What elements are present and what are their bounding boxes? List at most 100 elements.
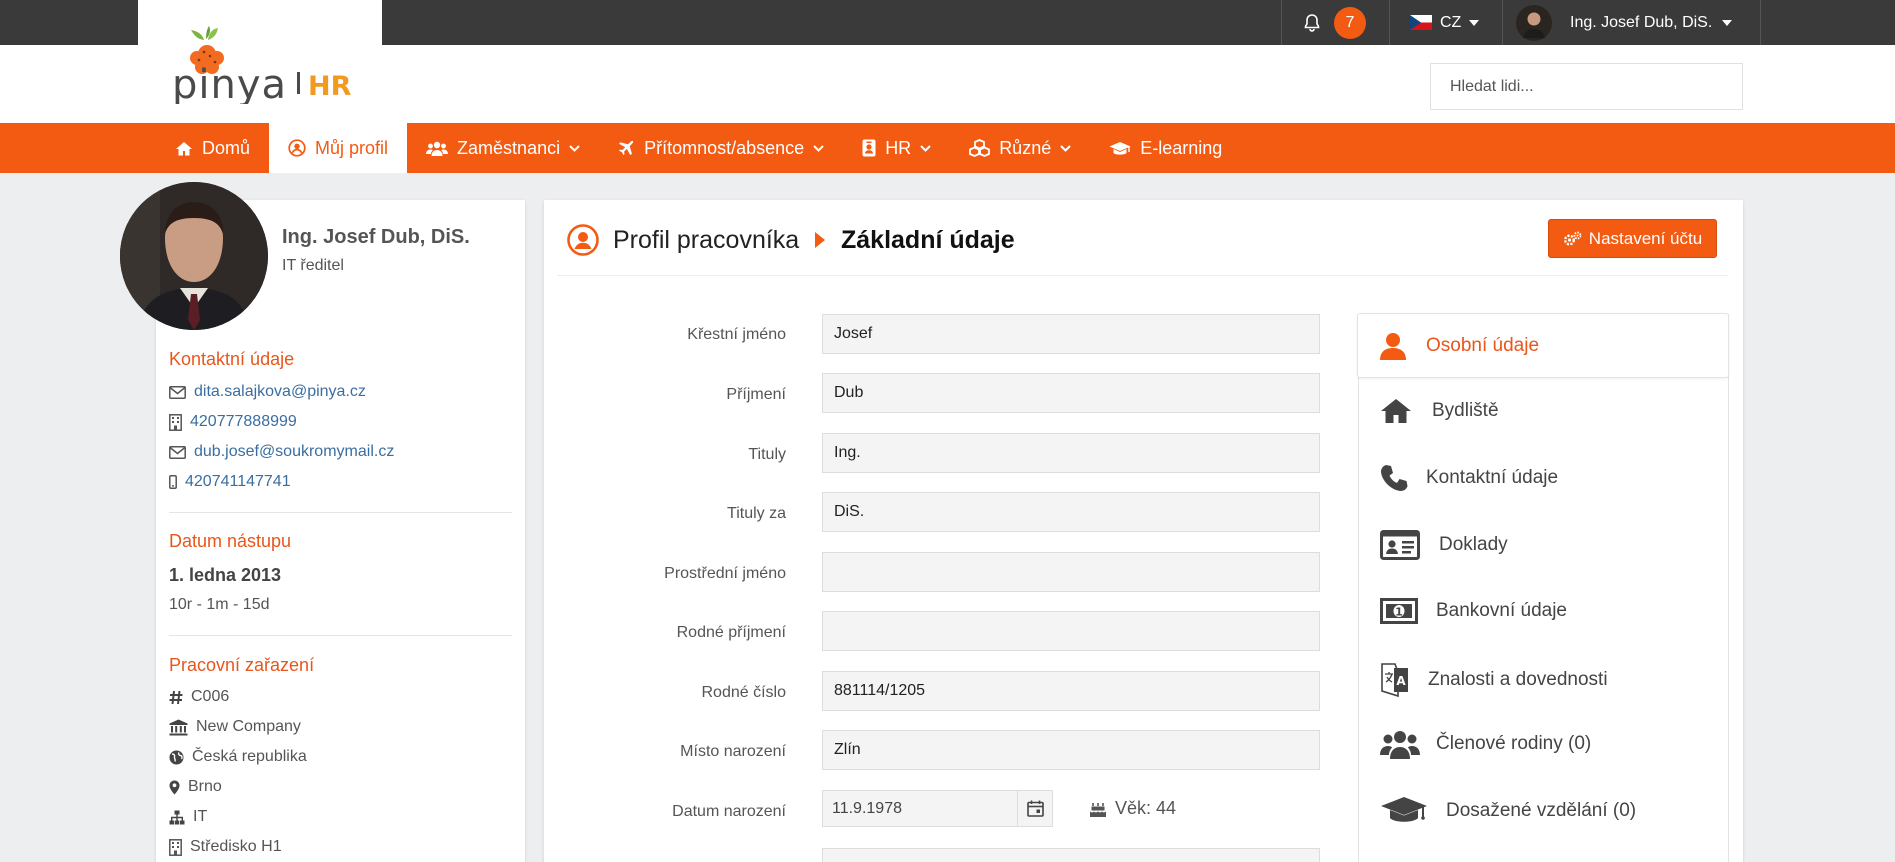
birth-number-input[interactable]: 881114/1205 [822, 671, 1320, 711]
nav-misc[interactable]: Různé [950, 123, 1090, 173]
position-country-value: Česká republika [192, 748, 307, 765]
caret-right-icon [815, 232, 825, 248]
user-name: Ing. Josef Dub, DiS. [1570, 13, 1713, 31]
user-avatar-small [1516, 4, 1552, 41]
position-section-title: Pracovní zařazení [169, 655, 315, 675]
calendar-icon [1026, 800, 1044, 817]
nav-home[interactable]: Domů [165, 123, 269, 173]
birth-surname-input[interactable] [822, 611, 1320, 651]
nav-home-label: Domů [202, 137, 251, 158]
nav-my-profile-label: Můj profil [315, 137, 389, 158]
caret-down-icon [1469, 19, 1480, 26]
users-icon [426, 141, 449, 156]
middle-name-input[interactable] [822, 552, 1320, 592]
position-cost-center: Středisko H1 [169, 838, 282, 856]
field-label-first-name: Křestní jméno [687, 326, 786, 343]
gears-icon [1563, 231, 1582, 246]
section-family-label: Členové rodiny (0) [1436, 733, 1592, 754]
position-code-value: C006 [191, 688, 230, 705]
chevron-down-icon [920, 144, 931, 152]
position-company: New Company [169, 718, 301, 736]
last-name-input[interactable]: Dub [822, 373, 1320, 413]
logo-brand-text: pinya [172, 62, 287, 104]
birth-place-input[interactable]: Zlín [822, 730, 1320, 770]
section-documents-label: Doklady [1439, 534, 1508, 555]
field-label-birth-number: Rodné číslo [701, 684, 787, 701]
birth-date-input[interactable]: 11.9.1978 [822, 790, 1018, 827]
field-label-titles: Tituly [748, 446, 786, 463]
tenure: 10r - 1m - 15d [169, 596, 270, 613]
cubes-icon [969, 139, 991, 157]
avatar [120, 182, 268, 330]
section-bank[interactable]: 1 Bankovní údaje [1380, 598, 1567, 624]
nav-employees[interactable]: Zaměstnanci [407, 123, 599, 173]
globe-icon [169, 750, 184, 764]
titles-input[interactable]: Ing. [822, 433, 1320, 473]
private-email-link[interactable]: dub.josef@soukromymail.cz [194, 443, 394, 461]
main-nav: Domů Můj profil Zaměstnanci Přítomnost/a… [0, 123, 1895, 173]
section-skills[interactable]: A Znalosti a dovednosti [1380, 662, 1608, 698]
birthday-cake-icon [1090, 802, 1106, 817]
notifications-button[interactable]: 7 [1281, 0, 1389, 45]
nav-attendance[interactable]: Přítomnost/absence [599, 123, 843, 173]
divider [169, 635, 512, 636]
section-contact[interactable]: Kontaktní údaje [1380, 464, 1558, 492]
user-icon [1380, 333, 1406, 360]
titles-after-input[interactable]: DiS. [822, 492, 1320, 532]
section-education-label: Dosažené vzdělání (0) [1446, 800, 1637, 821]
users-icon [1380, 731, 1420, 759]
section-family[interactable]: Členové rodiny (0) [1380, 729, 1591, 759]
section-documents[interactable]: Doklady [1380, 530, 1508, 560]
language-label: CZ [1440, 13, 1462, 31]
calendar-button[interactable] [1018, 790, 1053, 827]
pinya-hr-logo[interactable]: pinya HR [170, 14, 370, 108]
mobile-icon [169, 475, 177, 489]
nav-elearning-label: E-learning [1140, 137, 1223, 158]
search-people-input[interactable] [1430, 63, 1743, 110]
contact-mobile[interactable]: 420741147741 [169, 473, 291, 491]
chevron-down-icon [1060, 144, 1071, 152]
nav-attendance-label: Přítomnost/absence [644, 137, 805, 158]
nav-my-profile[interactable]: Můj profil [269, 123, 408, 173]
nav-hr[interactable]: HR [843, 123, 950, 173]
work-email-link[interactable]: dita.salajkova@pinya.cz [194, 383, 366, 401]
nav-employees-label: Zaměstnanci [457, 137, 561, 158]
nav-elearning[interactable]: E-learning [1090, 123, 1241, 173]
mobile-link[interactable]: 420741147741 [185, 473, 291, 491]
first-name-input[interactable]: Josef [822, 314, 1320, 354]
contact-work-phone[interactable]: 420777888999 [169, 413, 297, 431]
svg-text:1: 1 [1395, 606, 1403, 619]
field-label-titles-after: Tituly za [727, 505, 786, 522]
start-date: 1. ledna 2013 [169, 565, 282, 585]
section-education[interactable]: Dosažené vzdělání (0) [1380, 795, 1636, 827]
envelope-icon [169, 445, 186, 459]
position-city: Brno [169, 778, 222, 796]
gender-select[interactable] [822, 848, 1320, 862]
section-contact-label: Kontaktní údaje [1426, 467, 1559, 488]
profile-role: IT ředitel [282, 257, 344, 274]
home-icon [176, 141, 192, 155]
divider [557, 275, 1728, 276]
contact-work-email[interactable]: dita.salajkova@pinya.cz [169, 383, 366, 401]
svg-text:A: A [1396, 674, 1406, 688]
bell-icon [1304, 13, 1320, 32]
age-display: Věk: 44 [1089, 798, 1176, 819]
graduation-cap-icon [1381, 797, 1427, 822]
sitemap-icon [169, 810, 185, 824]
user-circle-icon [288, 139, 306, 157]
account-settings-button[interactable]: Nastavení účtu [1548, 219, 1717, 258]
language-selector[interactable]: CZ [1389, 0, 1502, 45]
section-residence-label: Bydliště [1432, 400, 1499, 421]
section-bank-label: Bankovní údaje [1436, 600, 1567, 621]
position-department: IT [169, 808, 207, 826]
section-personal[interactable]: Osobní údaje [1380, 332, 1539, 360]
user-menu[interactable]: Ing. Josef Dub, DiS. [1502, 0, 1761, 45]
position-cost-center-value: Středisko H1 [190, 838, 282, 855]
field-label-birth-place: Místo narození [680, 743, 786, 760]
profile-sections-panel [1358, 314, 1729, 862]
contact-private-email[interactable]: dub.josef@soukromymail.cz [169, 443, 394, 461]
nav-hr-label: HR [885, 137, 912, 158]
work-phone-link[interactable]: 420777888999 [190, 413, 297, 431]
section-residence[interactable]: Bydliště [1380, 398, 1499, 424]
account-settings-label: Nastavení účtu [1588, 228, 1703, 248]
